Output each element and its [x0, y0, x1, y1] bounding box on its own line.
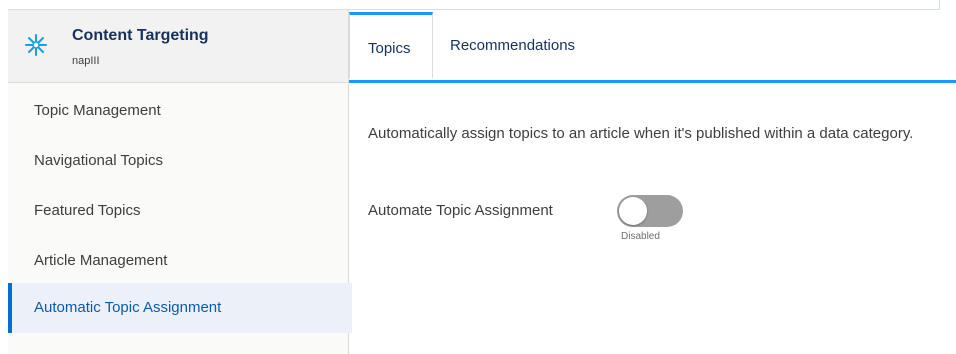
sidebar-item-topic-management[interactable]: Topic Management [8, 86, 348, 136]
toggle-knob [619, 197, 647, 225]
tab-label: Recommendations [450, 37, 576, 54]
sparkle-icon [25, 34, 47, 56]
top-divider-tick [939, 0, 940, 10]
sidebar-item-label: Navigational Topics [34, 152, 163, 169]
sidebar-item-label: Article Management [34, 252, 168, 269]
sidebar-item-label: Topic Management [34, 102, 161, 119]
sidebar-item-featured-topics[interactable]: Featured Topics [8, 186, 348, 236]
tab-label: Topics [368, 40, 411, 57]
sidebar-item-article-management[interactable]: Article Management [8, 236, 348, 286]
sidebar-item-automatic-topic-assignment[interactable]: Automatic Topic Assignment [8, 283, 352, 333]
toggle-label: Automate Topic Assignment [368, 202, 553, 219]
sidebar-item-label: Featured Topics [34, 202, 141, 219]
app-subtitle: napIII [72, 55, 100, 67]
sidebar-header: Content Targeting napIII [8, 10, 348, 83]
sidebar: Content Targeting napIII Topic Managemen… [8, 10, 352, 354]
tab-bar: Topics Recommendations [349, 12, 956, 83]
tab-topics[interactable]: Topics [349, 12, 433, 78]
toggle-state-text: Disabled [621, 231, 660, 242]
automate-topic-assignment-toggle[interactable] [617, 195, 683, 227]
topic-assignment-description: Automatically assign topics to an articl… [368, 125, 914, 142]
sidebar-item-navigational-topics[interactable]: Navigational Topics [8, 136, 348, 186]
window-top-border [0, 0, 956, 10]
sidebar-item-label: Automatic Topic Assignment [34, 299, 222, 316]
app-title: Content Targeting [72, 27, 209, 44]
